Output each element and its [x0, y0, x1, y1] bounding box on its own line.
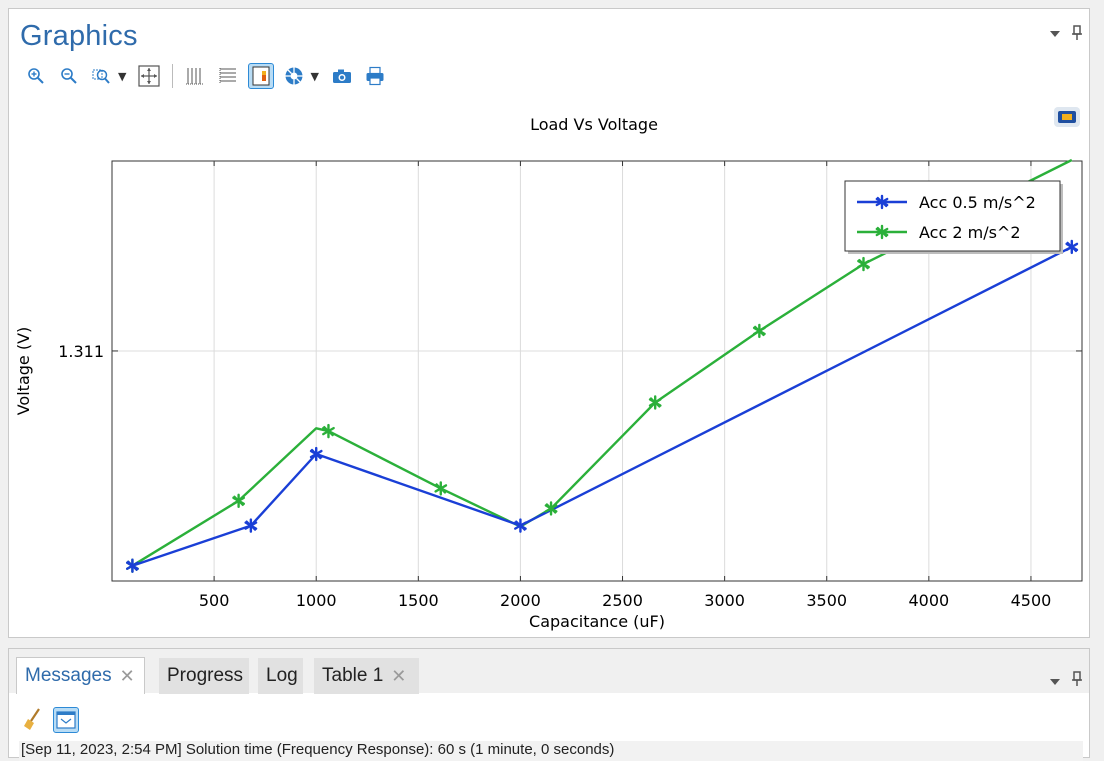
zoom-box-button[interactable]	[89, 63, 115, 89]
screenshot-button[interactable]	[329, 63, 355, 89]
table-rows-icon	[219, 68, 237, 84]
messages-pin-icon[interactable]	[1071, 671, 1083, 691]
zoom-out-button[interactable]	[56, 63, 82, 89]
color-wheel-button[interactable]	[281, 63, 307, 89]
color-dropdown-icon[interactable]: ▼	[310, 70, 318, 83]
tab-progress[interactable]: Progress	[159, 658, 249, 694]
close-icon[interactable]: ✕	[120, 666, 135, 687]
tab-table-1-label: Table 1	[322, 665, 384, 686]
print-button[interactable]	[362, 63, 388, 89]
color-wheel-icon	[285, 67, 303, 85]
zoom-in-button[interactable]	[23, 63, 49, 89]
tab-messages[interactable]: Messages ✕	[16, 657, 145, 694]
print-icon	[366, 66, 384, 86]
zoom-dropdown-icon[interactable]: ▼	[118, 70, 126, 83]
legend-toggle-icon	[252, 66, 270, 86]
messages-tabbar: Messages ✕ Progress Log Table 1 ✕	[9, 649, 1089, 694]
x-tick-label: 4500	[1011, 591, 1052, 610]
graphics-toolbar: ▼ ▼	[23, 63, 395, 89]
message-line: [Sep 11, 2023, 2:54 PM] Solution time (F…	[19, 741, 1083, 761]
plot-area[interactable]: 500 1000 1500 2000 2500 3000 3500 4000 4500 1.311…	[9, 91, 1089, 637]
graphics-panel: Graphics ▼ ▼ 500 1000 1500 2000 2500 300…	[8, 8, 1090, 638]
legend: Acc 0.5 m/s^2 Acc 2 m/s^2	[844, 180, 1063, 254]
graphics-title: Graphics	[20, 20, 138, 52]
grid-lines-icon	[186, 68, 205, 85]
messages-panel: Messages ✕ Progress Log Table 1 ✕ [Sep 1…	[8, 648, 1090, 761]
clear-messages-button[interactable]	[21, 707, 45, 735]
y-axis-label: Voltage (V)	[14, 327, 33, 416]
x-tick-label: 1500	[398, 591, 439, 610]
messages-menu-dropdown-icon[interactable]	[1049, 675, 1061, 690]
pin-icon[interactable]	[1071, 25, 1083, 45]
tab-log[interactable]: Log	[258, 658, 303, 694]
broom-icon	[24, 708, 40, 730]
table-rows-button[interactable]	[215, 63, 241, 89]
zoom-box-icon	[92, 69, 110, 84]
zoom-extents-button[interactable]	[136, 63, 162, 89]
x-tick-label: 2000	[500, 591, 541, 610]
legend-toggle-button[interactable]	[248, 63, 275, 89]
x-tick-label: 500	[199, 591, 230, 610]
x-tick-label: 3500	[806, 591, 847, 610]
x-axis-label: Capacitance (uF)	[529, 612, 665, 631]
tab-messages-label: Messages	[25, 665, 112, 686]
legend-label-series-1: Acc 0.5 m/s^2	[919, 193, 1036, 212]
camera-icon	[332, 69, 351, 83]
x-tick-label: 4000	[908, 591, 949, 610]
message-window-icon	[56, 711, 76, 729]
tab-log-label: Log	[266, 665, 298, 686]
chart-title: Load Vs Voltage	[530, 115, 658, 134]
tab-table-1[interactable]: Table 1 ✕	[314, 658, 419, 694]
zoom-extents-icon	[138, 65, 161, 87]
y-tick-label: 1.311	[58, 342, 104, 361]
messages-toolbar	[21, 707, 79, 735]
zoom-out-icon	[61, 68, 77, 84]
legend-label-series-2: Acc 2 m/s^2	[919, 223, 1021, 242]
panel-menu-dropdown-icon[interactable]	[1049, 27, 1061, 42]
x-tick-label: 1000	[296, 591, 337, 610]
message-window-button[interactable]	[53, 707, 79, 733]
tab-progress-label: Progress	[167, 665, 244, 686]
zoom-in-icon	[28, 68, 44, 84]
x-tick-label: 2500	[602, 591, 643, 610]
line-chart[interactable]: 500 1000 1500 2000 2500 3000 3500 4000 4500 1.311…	[9, 91, 1089, 637]
x-tick-label: 3000	[704, 591, 745, 610]
toolbar-separator	[172, 64, 174, 88]
close-icon[interactable]: ✕	[391, 666, 406, 687]
grid-lines-button[interactable]	[182, 63, 208, 89]
comsol-logo-icon	[1053, 105, 1081, 133]
